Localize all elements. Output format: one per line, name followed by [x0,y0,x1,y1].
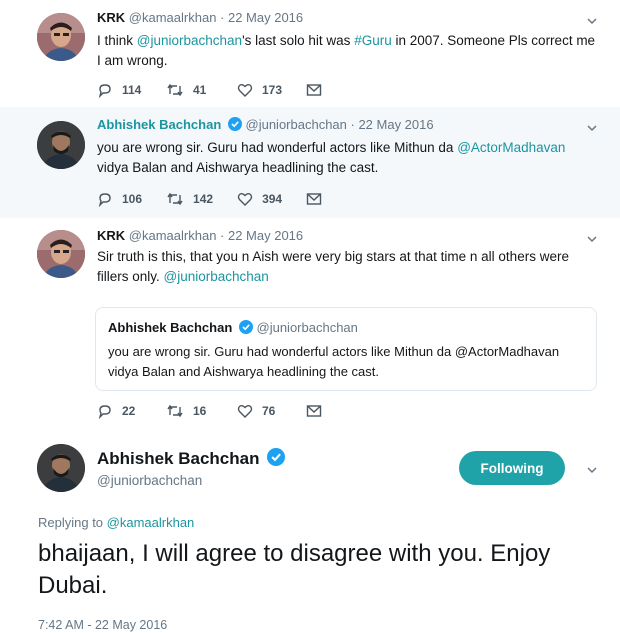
retweet-count: 16 [193,404,207,418]
tweet[interactable]: KRK @kamaalrkhan · 22 May 2016 Sir truth… [0,218,620,436]
avatar[interactable] [37,13,85,61]
message-button[interactable] [306,192,331,206]
author-name[interactable]: Abhishek Bachchan [97,449,260,468]
avatar[interactable] [37,230,85,278]
reply-button[interactable]: 106 [97,191,142,207]
avatar[interactable] [37,121,85,169]
quoted-text: you are wrong sir. Guru had wonderful ac… [108,344,560,379]
following-button[interactable]: Following [459,451,565,485]
quoted-tweet-header: Abhishek Bachchan @juniorbachchan [108,320,358,335]
message-button[interactable] [306,404,331,418]
like-count: 173 [262,83,283,97]
abhishek-avatar-icon [37,444,85,492]
retweet-button[interactable]: 41 [166,82,213,98]
handle-date[interactable]: @juniorbachchan · 22 May 2016 [246,117,434,132]
tweet-text: I think @juniorbachchan's last solo hit … [97,31,597,71]
heart-icon [237,193,253,206]
tweet[interactable]: KRK @kamaalrkhan · 22 May 2016 I think @… [0,0,620,107]
text-segment: 's last solo hit was [242,33,355,48]
tweet-actions: 22 16 76 [97,403,355,419]
reply-count: 114 [122,83,142,97]
reply-count: 106 [122,192,143,206]
retweet-button[interactable]: 16 [166,403,213,419]
handle-date[interactable]: @kamaalrkhan · 22 May 2016 [129,228,303,243]
verified-badge-icon [238,320,253,334]
text-segment: I think [97,33,137,48]
retweet-count: 41 [193,83,207,97]
quoted-author-name: Abhishek Bachchan [108,320,233,335]
replying-prefix: Replying to [38,515,107,530]
like-button[interactable]: 394 [237,191,282,207]
quoted-tweet[interactable]: Abhishek Bachchan @juniorbachchan you ar… [95,307,597,391]
text-segment: you are wrong sir. Guru had wonderful ac… [97,140,458,155]
like-button[interactable]: 76 [237,403,282,419]
tweet-actions: 106 142 394 [97,191,355,207]
author-handle[interactable]: @juniorbachchan [97,473,202,488]
abhishek-avatar-icon [37,121,85,169]
message-button[interactable] [306,83,331,97]
heart-icon [237,84,253,97]
tweet-header: Abhishek Bachchan @juniorbachchan · 22 M… [97,117,434,132]
retweet-button[interactable]: 142 [166,191,213,207]
envelope-icon [306,193,322,205]
krk-avatar-icon [37,230,85,278]
tweet-header: KRK @kamaalrkhan · 22 May 2016 [97,228,303,243]
tweet[interactable]: Abhishek Bachchan @juniorbachchan · 22 M… [0,107,620,218]
chevron-down-icon[interactable] [586,464,598,476]
chevron-down-icon[interactable] [586,15,598,27]
tweet-text: Sir truth is this, that you n Aish were … [97,247,597,287]
mention-link[interactable]: @juniorbachchan [164,269,269,284]
reply-icon [98,84,111,98]
retweet-icon [167,192,183,206]
replying-to: Replying to @kamaalrkhan [38,515,194,530]
like-count: 394 [262,192,283,206]
author-name[interactable]: KRK [97,228,125,243]
krk-avatar-icon [37,13,85,61]
chevron-down-icon[interactable] [586,233,598,245]
timestamp[interactable]: 7:42 AM - 22 May 2016 [38,618,167,632]
quoted-handle: @juniorbachchan [256,320,358,335]
author-name[interactable]: KRK [97,10,125,25]
like-count: 76 [262,404,276,418]
main-tweet-text: bhaijaan, I will agree to disagree with … [38,540,551,599]
heart-icon [237,405,253,418]
envelope-icon [306,84,322,96]
mention-link[interactable]: @juniorbachchan [137,33,242,48]
verified-badge-icon [267,448,286,466]
reply-icon [98,193,111,207]
handle-date[interactable]: @kamaalrkhan · 22 May 2016 [129,10,303,25]
reply-count: 22 [122,404,136,418]
tweet-text: you are wrong sir. Guru had wonderful ac… [97,138,597,178]
retweet-icon [167,404,183,418]
envelope-icon [306,405,322,417]
reply-button[interactable]: 22 [97,403,142,419]
hashtag-link[interactable]: #Guru [354,33,392,48]
retweet-icon [167,83,183,97]
reply-icon [98,405,111,419]
text-segment: vidya Balan and Aishwarya headlining the… [97,160,379,175]
tweet-header: KRK @kamaalrkhan · 22 May 2016 [97,10,303,25]
tweet-actions: 114 41 173 [97,82,355,98]
chevron-down-icon[interactable] [586,122,598,134]
mention-link[interactable]: @ActorMadhavan [457,140,565,155]
reply-button[interactable]: 114 [97,82,142,98]
author-name[interactable]: Abhishek Bachchan [97,117,221,132]
like-button[interactable]: 173 [237,82,282,98]
retweet-count: 142 [193,192,214,206]
verified-badge-icon [227,117,242,131]
replying-handle-link[interactable]: @kamaalrkhan [107,515,195,530]
author-name-row: Abhishek Bachchan [97,448,286,469]
avatar[interactable] [37,444,85,492]
main-tweet: Abhishek Bachchan @juniorbachchan Follow… [0,436,620,633]
